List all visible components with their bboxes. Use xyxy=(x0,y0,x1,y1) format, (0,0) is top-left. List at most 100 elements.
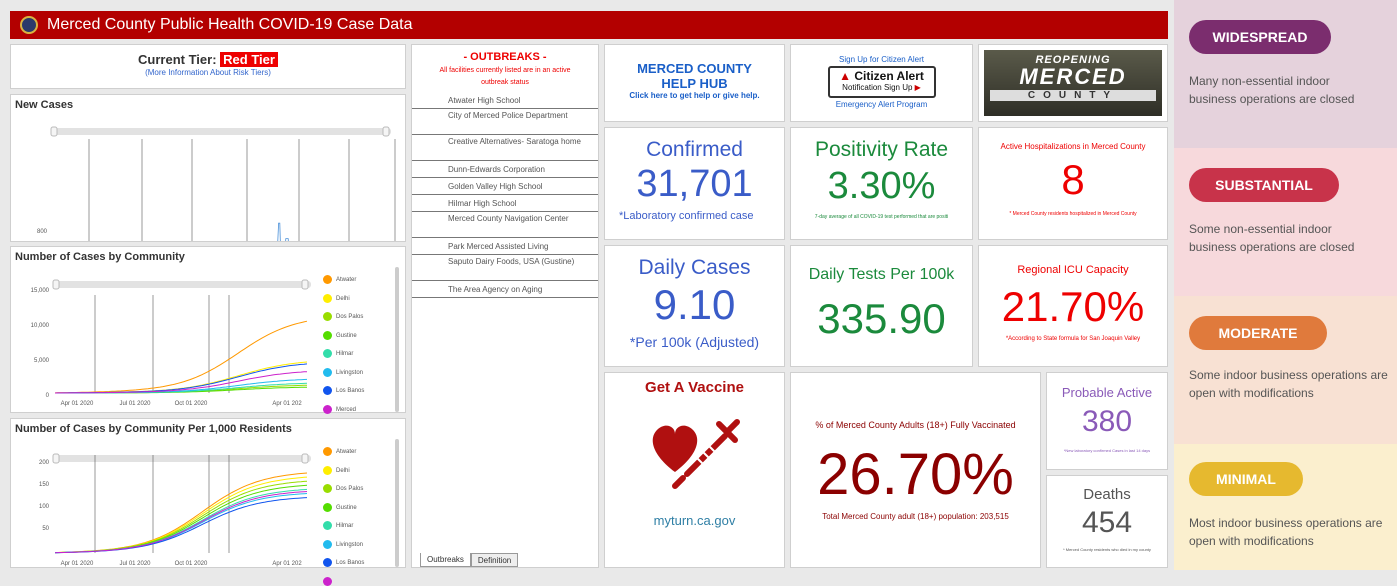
legend-label: Hilmar xyxy=(336,351,354,358)
outbreaks-list: Atwater High School City of Merced Police… xyxy=(412,92,598,298)
confirmed-label: Confirmed xyxy=(646,138,743,161)
legend-item[interactable]: Hilmar xyxy=(323,349,353,358)
help-hub-tile[interactable]: MERCED COUNTY HELP HUB Click here to get… xyxy=(604,44,785,122)
x-tick-label: Oct 01 2020 xyxy=(175,561,208,567)
legend-swatch xyxy=(323,312,332,321)
tab-definition[interactable]: Definition xyxy=(470,553,519,567)
reopening-banner: REOPENING MERCED COUNTY xyxy=(984,50,1162,116)
community-per1k-chart[interactable]: 200 150 100 50 0 Apr 01 2020 Jul 01 2020 Oct 01… xyxy=(11,419,321,567)
legend-item[interactable]: Livingston xyxy=(323,539,363,549)
legend-item[interactable]: Delhi xyxy=(323,465,350,475)
legend-item[interactable]: Dos Palos xyxy=(323,312,363,321)
vaccinated-tile: % of Merced County Adults (18+) Fully Va… xyxy=(790,372,1041,568)
legend-item[interactable]: Gustine xyxy=(323,502,357,512)
citizen-alert-btn: Notification Sign Up xyxy=(842,83,913,92)
outbreak-item[interactable]: The Area Agency on Aging xyxy=(412,281,598,298)
series-line xyxy=(54,472,308,554)
range-slider[interactable] xyxy=(51,128,391,135)
probable-label: Probable Active xyxy=(1061,385,1153,400)
legend-item[interactable]: Los Banos xyxy=(323,558,364,567)
outbreak-item[interactable]: City of Merced Police Department xyxy=(412,109,598,135)
legend-item[interactable]: Delhi xyxy=(323,293,350,303)
legend-item[interactable]: Atwater xyxy=(323,447,356,456)
range-handle-left[interactable] xyxy=(52,453,60,464)
legend-item[interactable]: Dos Palos xyxy=(323,484,363,493)
legend-label: Dos Palos xyxy=(336,314,364,321)
legend-swatch xyxy=(323,293,332,303)
community-legend: Atwater Delhi Dos Palos Gustine Hilmar Living… xyxy=(323,275,401,414)
play-arrow-icon: ▶ xyxy=(914,83,921,92)
legend-label: Delhi xyxy=(336,295,350,302)
tab-outbreaks[interactable]: Outbreaks xyxy=(420,553,471,567)
outbreaks-tabs: Outbreaks Definition xyxy=(420,553,519,567)
daily-cases-label: Daily Cases xyxy=(638,256,751,279)
outbreak-item[interactable]: Atwater High School xyxy=(412,92,598,109)
range-slider[interactable] xyxy=(53,281,311,288)
outbreak-item[interactable]: Golden Valley High School xyxy=(412,178,598,195)
range-handle-right[interactable] xyxy=(301,453,309,464)
tier-pill: MODERATE xyxy=(1189,316,1327,350)
outbreak-item[interactable]: Park Merced Assisted Living xyxy=(412,238,598,255)
range-slider[interactable] xyxy=(53,455,311,462)
y-tick-label: 0 xyxy=(46,393,50,399)
legend-swatch xyxy=(323,576,332,586)
outbreak-item[interactable]: Dunn-Edwards Corporation xyxy=(412,161,598,178)
range-handle-right[interactable] xyxy=(301,279,309,290)
county-seal-icon xyxy=(20,16,38,34)
series-line xyxy=(54,491,308,554)
legend-swatch xyxy=(323,502,332,512)
citizen-alert-tile[interactable]: Sign Up for Citizen Alert ▲ Citizen Aler… xyxy=(790,44,973,122)
outbreak-item[interactable]: Merced County Navigation Center xyxy=(412,212,598,238)
positivity-label: Positivity Rate xyxy=(814,138,949,161)
legend-item[interactable]: Los Banos xyxy=(323,386,364,395)
legend-scrollbar[interactable] xyxy=(395,267,399,412)
reopening-bottom: COUNTY xyxy=(990,90,1156,101)
legend-item[interactable]: Merced xyxy=(323,404,356,414)
risk-tiers-link[interactable]: (More Information About Risk Tiers) xyxy=(11,68,405,77)
tier-section: WIDESPREAD Many non-essential indoor busi… xyxy=(1174,0,1397,148)
reopening-mid: MERCED xyxy=(1019,64,1127,89)
outbreak-item[interactable]: Creative Alternatives- Saratoga home xyxy=(412,135,598,161)
new-cases-chart[interactable]: 8006004002000May 01Jul 01Sep 01Nov 01202… xyxy=(11,95,405,241)
legend-swatch xyxy=(323,330,332,340)
range-handle-left[interactable] xyxy=(50,126,58,137)
probable-tile: Probable Active 380 *New laboratory conf… xyxy=(1046,372,1168,470)
series-line xyxy=(54,497,308,554)
legend-scrollbar[interactable] xyxy=(395,439,399,567)
outbreaks-title: - OUTBREAKS - xyxy=(463,51,547,63)
outbreak-item[interactable]: Hilmar High School xyxy=(412,195,598,212)
range-handle-right[interactable] xyxy=(382,126,390,137)
deaths-label: Deaths xyxy=(1083,486,1131,503)
icu-tile: Regional ICU Capacity 21.70% *According … xyxy=(978,245,1168,367)
help-hub-line1: MERCED COUNTY xyxy=(637,61,752,76)
legend-label: Los Banos xyxy=(336,388,365,395)
vaccine-link[interactable]: myturn.ca.gov xyxy=(605,513,784,528)
positivity-note: 7-day average of all COVID-19 test perfo… xyxy=(814,214,949,220)
legend-swatch xyxy=(323,539,332,549)
probable-note: *New laboratory confirmed Cases in last … xyxy=(1063,448,1151,453)
range-handle-left[interactable] xyxy=(52,279,60,290)
citizen-alert-bottom: Emergency Alert Program xyxy=(835,100,928,109)
hospitalizations-tile: Active Hospitalizations in Merced County… xyxy=(978,127,1168,240)
legend-item[interactable]: Hilmar xyxy=(323,521,353,530)
reopening-merced-tile[interactable]: REOPENING MERCED COUNTY xyxy=(978,44,1168,122)
confirmed-note: *Laboratory confirmed case xyxy=(619,210,754,222)
outbreak-item[interactable]: Saputo Dairy Foods, USA (Gustine) xyxy=(412,255,598,281)
tier-pill: SUBSTANTIAL xyxy=(1189,168,1339,202)
legend-swatch xyxy=(323,275,332,284)
legend-item[interactable]: Atwater xyxy=(323,275,356,284)
legend-item[interactable]: Livingston xyxy=(323,367,363,377)
hospitalizations-value: 8 xyxy=(1061,156,1085,203)
series-line xyxy=(54,488,308,554)
positivity-tile: Positivity Rate 3.30% 7-day average of a… xyxy=(790,127,973,240)
community-chart[interactable]: 15,000 10,000 5,000 0 Apr 01 2020 Jul 01 2020… xyxy=(11,247,321,412)
legend-label: Hilmar xyxy=(336,523,354,530)
x-tick-label: Jul 01 2020 xyxy=(119,561,151,567)
deaths-note: * Merced County residents who died in my… xyxy=(1063,547,1151,552)
x-tick-label: Apr 01 2020 xyxy=(61,561,94,567)
legend-item[interactable]: Gustine xyxy=(323,330,357,340)
legend-item[interactable] xyxy=(323,576,336,586)
vaccine-tile[interactable]: Get A Vaccine myturn.ca.gov xyxy=(604,372,785,568)
series-line xyxy=(54,476,308,554)
tier-description: Some non-essential indoor business opera… xyxy=(1189,222,1355,254)
